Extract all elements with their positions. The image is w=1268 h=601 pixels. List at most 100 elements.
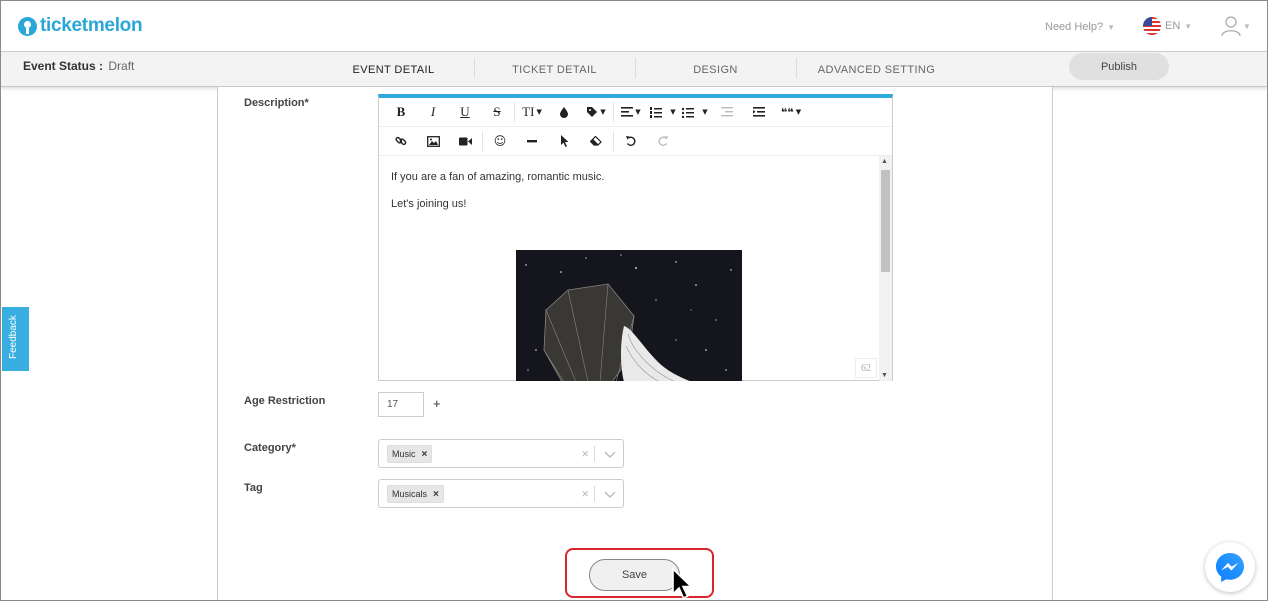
category-chip: Music × xyxy=(387,445,433,463)
picture-icon xyxy=(426,135,440,147)
tag-select[interactable]: Musicals × × xyxy=(378,479,624,508)
chevron-down-icon[interactable] xyxy=(604,446,616,462)
editor-toolbar-row-1: B I U S TI ▼ ▼ ▼ ▼ ▼ ❝❝ ▼ xyxy=(379,98,892,127)
scroll-down-icon[interactable]: ▼ xyxy=(881,372,888,379)
align-icon[interactable]: ▼ xyxy=(615,101,647,123)
strikethrough-icon[interactable]: S xyxy=(481,101,513,123)
remove-chip-icon[interactable]: × xyxy=(422,449,428,460)
description-editor: B I U S TI ▼ ▼ ▼ ▼ ▼ ❝❝ ▼ ☺ If you are a… xyxy=(378,94,893,381)
scrollbar-thumb[interactable] xyxy=(881,170,890,272)
undo-arrow-icon xyxy=(626,136,636,146)
camera-icon xyxy=(458,137,472,145)
redo-arrow-icon xyxy=(658,136,668,146)
logo-text: ticketmelon xyxy=(40,15,143,36)
us-flag-icon xyxy=(1143,17,1161,35)
horizontal-rule-icon[interactable] xyxy=(516,130,548,152)
caret-down-icon: ▼ xyxy=(600,108,606,116)
italic-icon[interactable]: I xyxy=(417,101,449,123)
event-tabs: EVENT DETAIL TICKET DETAIL DESIGN ADVANC… xyxy=(313,52,957,88)
publish-button[interactable]: Publish xyxy=(1069,53,1169,80)
bullet-list-icon xyxy=(682,107,695,118)
quote-glyph: ❝❝ xyxy=(780,105,794,119)
indent-shape-icon xyxy=(753,107,765,117)
remove-chip-icon[interactable]: × xyxy=(433,489,439,500)
caret-down-icon: ▼ xyxy=(795,108,802,116)
redo-icon[interactable] xyxy=(647,130,679,152)
language-label: EN xyxy=(1165,20,1181,32)
select-icon[interactable] xyxy=(548,130,580,152)
tab-advanced-setting[interactable]: ADVANCED SETTING xyxy=(796,52,957,88)
toolbar-divider xyxy=(514,102,515,122)
emoji-icon[interactable]: ☺ xyxy=(484,130,516,152)
tab-event-detail[interactable]: EVENT DETAIL xyxy=(313,52,474,88)
clear-icon[interactable]: × xyxy=(581,446,589,461)
description-line-2: Let's joining us! xyxy=(391,198,467,210)
scroll-up-icon[interactable]: ▲ xyxy=(881,158,888,165)
user-icon xyxy=(1221,16,1241,37)
need-help-label: Need Help? xyxy=(1045,21,1104,33)
category-select[interactable]: Music × × xyxy=(378,439,624,468)
chevron-down-icon[interactable] xyxy=(604,486,616,502)
align-left-icon xyxy=(621,107,634,117)
underline-icon[interactable]: U xyxy=(449,101,481,123)
event-status-value: Draft xyxy=(108,59,135,73)
undo-icon[interactable] xyxy=(615,130,647,152)
dash-icon xyxy=(527,139,537,142)
save-button[interactable]: Save xyxy=(589,559,680,591)
editor-content-area[interactable]: If you are a fan of amazing, romantic mu… xyxy=(379,156,879,381)
outdent-shape-icon xyxy=(721,107,733,117)
toolbar-divider xyxy=(613,102,614,122)
age-restriction-label: Age Restriction xyxy=(244,395,326,407)
user-menu[interactable]: ▼ xyxy=(1221,15,1251,37)
tag-label: Tag xyxy=(244,482,263,494)
caret-down-icon: ▼ xyxy=(536,108,542,116)
eraser-icon[interactable] xyxy=(580,130,612,152)
select-divider xyxy=(594,446,595,462)
color-icon[interactable] xyxy=(548,101,580,123)
select-divider xyxy=(594,486,595,502)
tab-ticket-detail[interactable]: TICKET DETAIL xyxy=(474,52,635,88)
messenger-button[interactable] xyxy=(1205,542,1255,592)
caret-down-icon: ▼ xyxy=(1243,21,1251,31)
toolbar-divider xyxy=(613,131,614,151)
mouse-cursor-icon xyxy=(672,567,693,600)
video-icon[interactable] xyxy=(449,130,481,152)
bold-icon[interactable]: B xyxy=(385,101,417,123)
caret-down-icon: ▼ xyxy=(1107,22,1116,32)
description-label: Description* xyxy=(244,97,309,109)
editor-toolbar-row-2: ☺ xyxy=(379,127,892,156)
quote-icon[interactable]: ❝❝ ▼ xyxy=(775,101,807,123)
font-size-glyph: TI xyxy=(522,104,535,119)
top-header: ticketmelon Need Help? ▼ EN ▼ ▼ xyxy=(1,1,1267,51)
unordered-list-icon[interactable]: ▼ xyxy=(679,101,711,123)
caret-down-icon: ▼ xyxy=(635,108,641,116)
need-help-menu[interactable]: Need Help? ▼ xyxy=(1045,21,1115,33)
pointer-icon xyxy=(560,135,568,147)
description-line-1: If you are a fan of amazing, romantic mu… xyxy=(391,171,605,183)
gramophone-image xyxy=(516,250,742,381)
image-icon[interactable] xyxy=(417,130,449,152)
clear-icon[interactable]: × xyxy=(581,486,589,501)
outdent-icon[interactable] xyxy=(711,101,743,123)
tag-icon[interactable]: ▼ xyxy=(580,101,612,123)
ordered-list-icon[interactable]: ▼ xyxy=(647,101,679,123)
language-selector[interactable]: EN ▼ xyxy=(1143,17,1192,35)
eraser-shape-icon xyxy=(590,136,602,146)
feedback-tab[interactable]: Feedback xyxy=(2,307,29,371)
caret-down-icon: ▼ xyxy=(1184,21,1193,31)
tag-chip-label: Musicals xyxy=(392,489,428,499)
app-window: ticketmelon Need Help? ▼ EN ▼ ▼ Event St… xyxy=(0,0,1268,601)
age-plus-button[interactable]: + xyxy=(433,396,441,411)
logo[interactable]: ticketmelon xyxy=(18,15,143,37)
age-restriction-input[interactable]: 17 xyxy=(378,392,424,417)
event-subnav: Event Status : Draft EVENT DETAIL TICKET… xyxy=(1,51,1267,87)
chain-icon xyxy=(395,136,407,146)
tag-shape-icon xyxy=(587,107,598,117)
link-icon[interactable] xyxy=(385,130,417,152)
editor-scrollbar[interactable]: ▲ ▼ xyxy=(879,156,892,381)
font-size-icon[interactable]: TI ▼ xyxy=(516,101,548,123)
indent-icon[interactable] xyxy=(743,101,775,123)
tab-design[interactable]: DESIGN xyxy=(635,52,796,88)
event-status-label: Event Status : xyxy=(23,59,104,73)
caret-down-icon: ▼ xyxy=(670,108,676,116)
